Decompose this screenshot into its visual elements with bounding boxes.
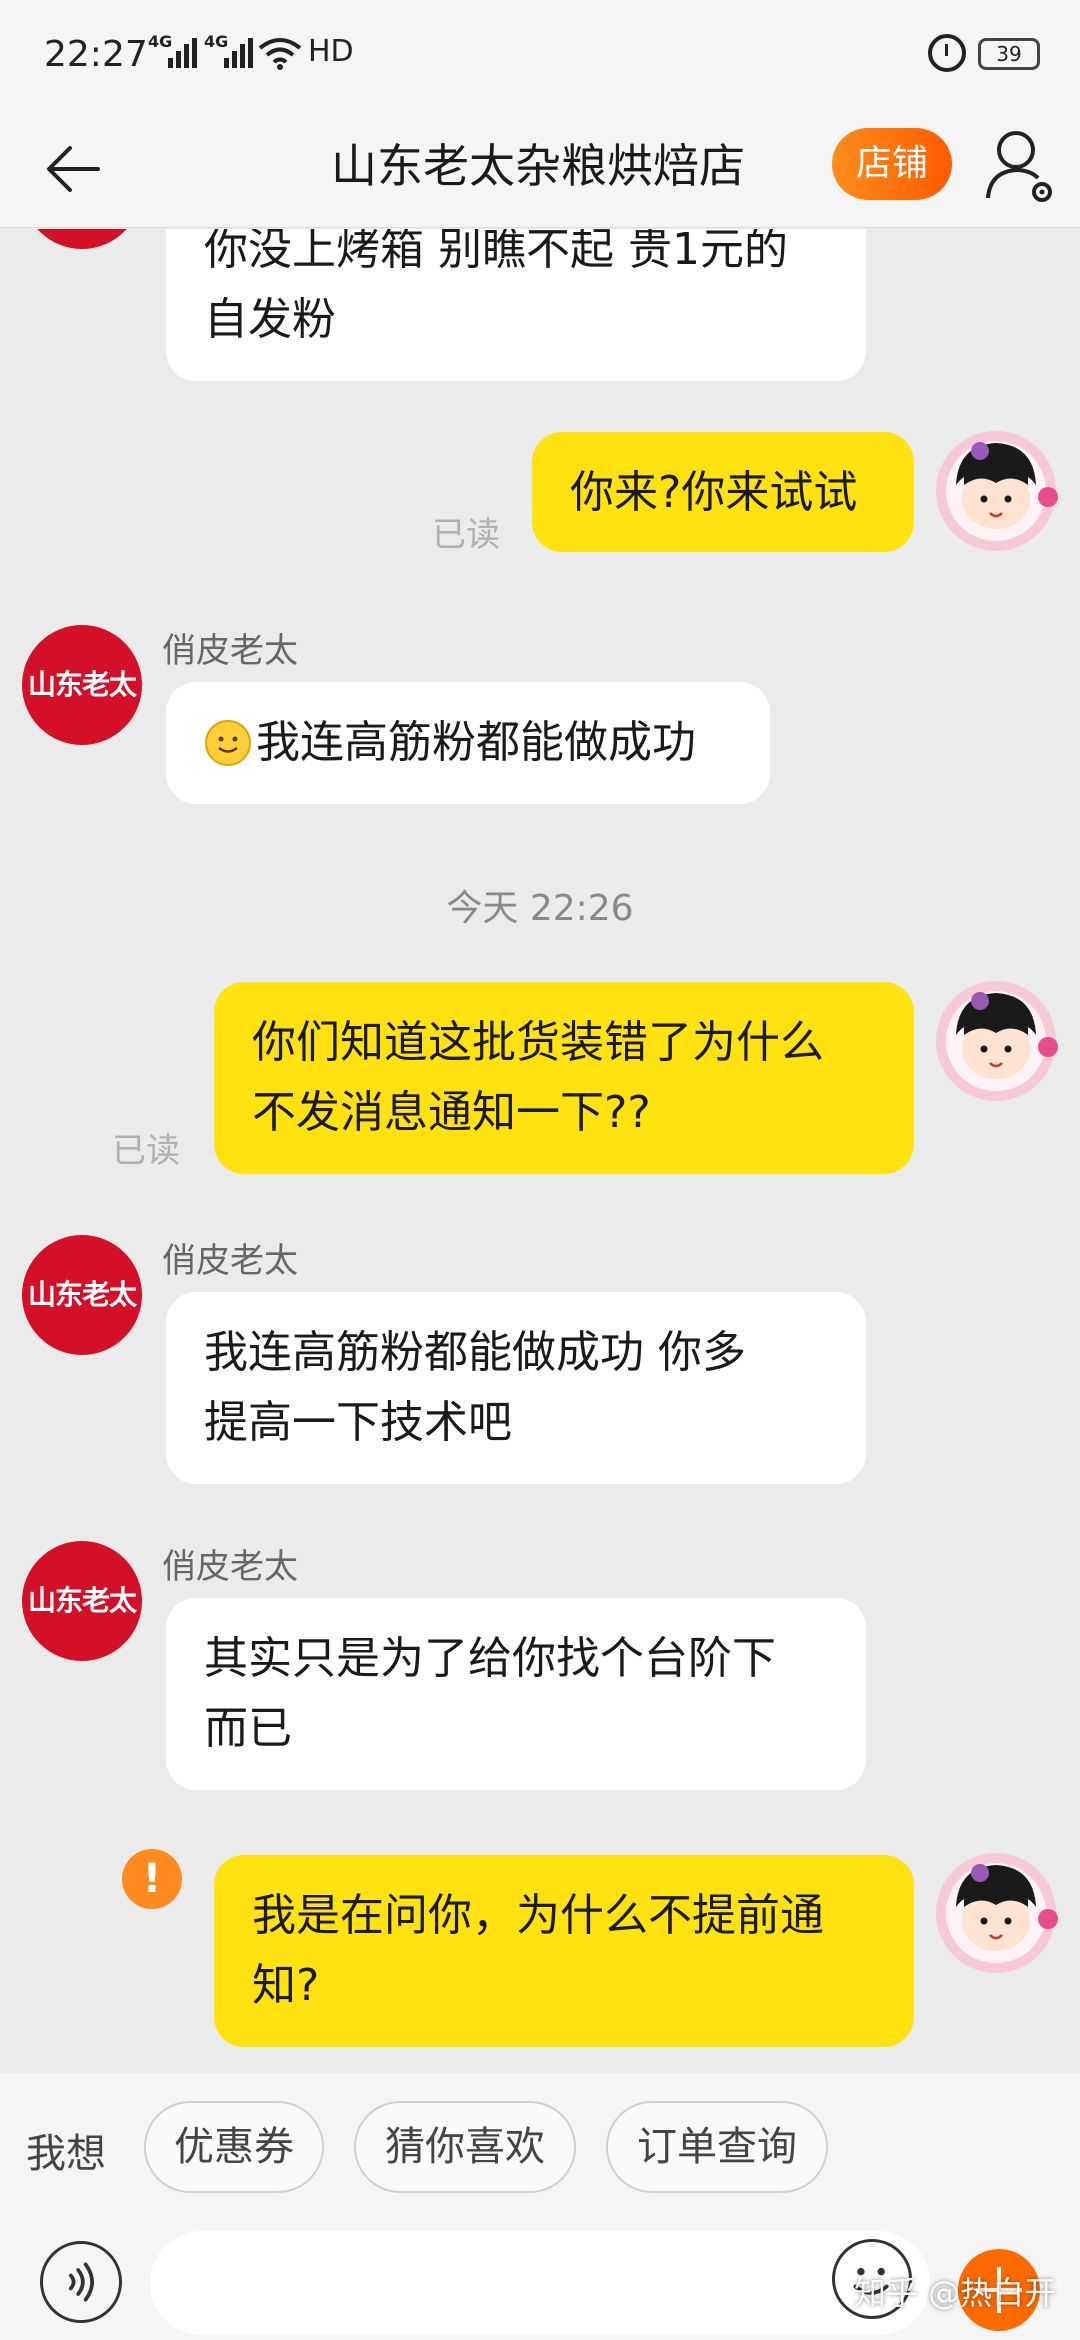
status-time: 22:27: [44, 34, 148, 75]
read-receipt: 已读: [112, 1131, 180, 1171]
chip-order-inquiry[interactable]: 订单查询: [606, 2101, 828, 2193]
message-bubble[interactable]: 你没上烤箱 别瞧不起 贵1元的 自发粉: [166, 229, 866, 381]
voice-input-icon[interactable]: [40, 2241, 122, 2323]
alarm-icon: [928, 34, 966, 72]
shop-button[interactable]: 店铺: [832, 128, 952, 200]
battery-icon: 39: [978, 38, 1040, 70]
chat-header: 山东老太杂粮烘焙店 店铺: [0, 110, 1080, 228]
message-timestamp: 今天 22:26: [446, 888, 634, 929]
my-avatar[interactable]: [930, 977, 1070, 1107]
sender-name: 俏皮老太: [162, 631, 298, 671]
chip-guess-you-like[interactable]: 猜你喜欢: [354, 2101, 576, 2193]
signal-icon: 4G: [148, 32, 198, 70]
shop-avatar[interactable]: 山东老太: [22, 625, 142, 745]
my-avatar[interactable]: [930, 427, 1070, 557]
message-bubble[interactable]: 我连高筋粉都能做成功 你多 提高一下技术吧: [166, 1292, 866, 1484]
message-input[interactable]: [150, 2231, 930, 2335]
signal-icon: 4G: [204, 32, 254, 70]
my-avatar[interactable]: [930, 1849, 1070, 1979]
chat-messages[interactable]: 山东老太 你没上烤箱 别瞧不起 贵1元的 自发粉 已读 你来?你来试试 山东老太…: [0, 229, 1080, 2073]
shop-avatar[interactable]: 山东老太: [22, 1541, 142, 1661]
chip-coupon[interactable]: 优惠券: [144, 2101, 324, 2193]
send-failed-icon[interactable]: !: [122, 1849, 182, 1909]
message-bubble[interactable]: 你来?你来试试: [532, 432, 914, 552]
hd-indicator: HD: [308, 34, 354, 69]
sender-name: 俏皮老太: [162, 1547, 298, 1587]
sender-name: 俏皮老太: [162, 1241, 298, 1281]
read-receipt: 已读: [432, 515, 500, 555]
message-bubble[interactable]: 我是在问你，为什么不提前通 知?: [214, 1855, 914, 2047]
shop-avatar[interactable]: 山东老太: [22, 1235, 142, 1355]
shop-avatar[interactable]: 山东老太: [22, 229, 142, 249]
watermark: 知乎 @热白开: [854, 2274, 1057, 2312]
wifi-icon: [258, 38, 302, 70]
smiley-emoji-icon: [205, 720, 251, 766]
status-bar: 22:27 4G 4G HD 39: [0, 0, 1080, 110]
message-bubble[interactable]: 我连高筋粉都能做成功: [166, 682, 770, 804]
quick-actions-label: 我想: [26, 2131, 106, 2177]
user-settings-icon[interactable]: [982, 126, 1062, 210]
quick-actions-bar: 我想 优惠券 猜你喜欢 订单查询: [0, 2073, 1080, 2223]
message-bubble[interactable]: 其实只是为了给你找个台阶下 而已: [166, 1598, 866, 1790]
message-bubble[interactable]: 你们知道这批货装错了为什么 不发消息通知一下??: [214, 982, 914, 1174]
